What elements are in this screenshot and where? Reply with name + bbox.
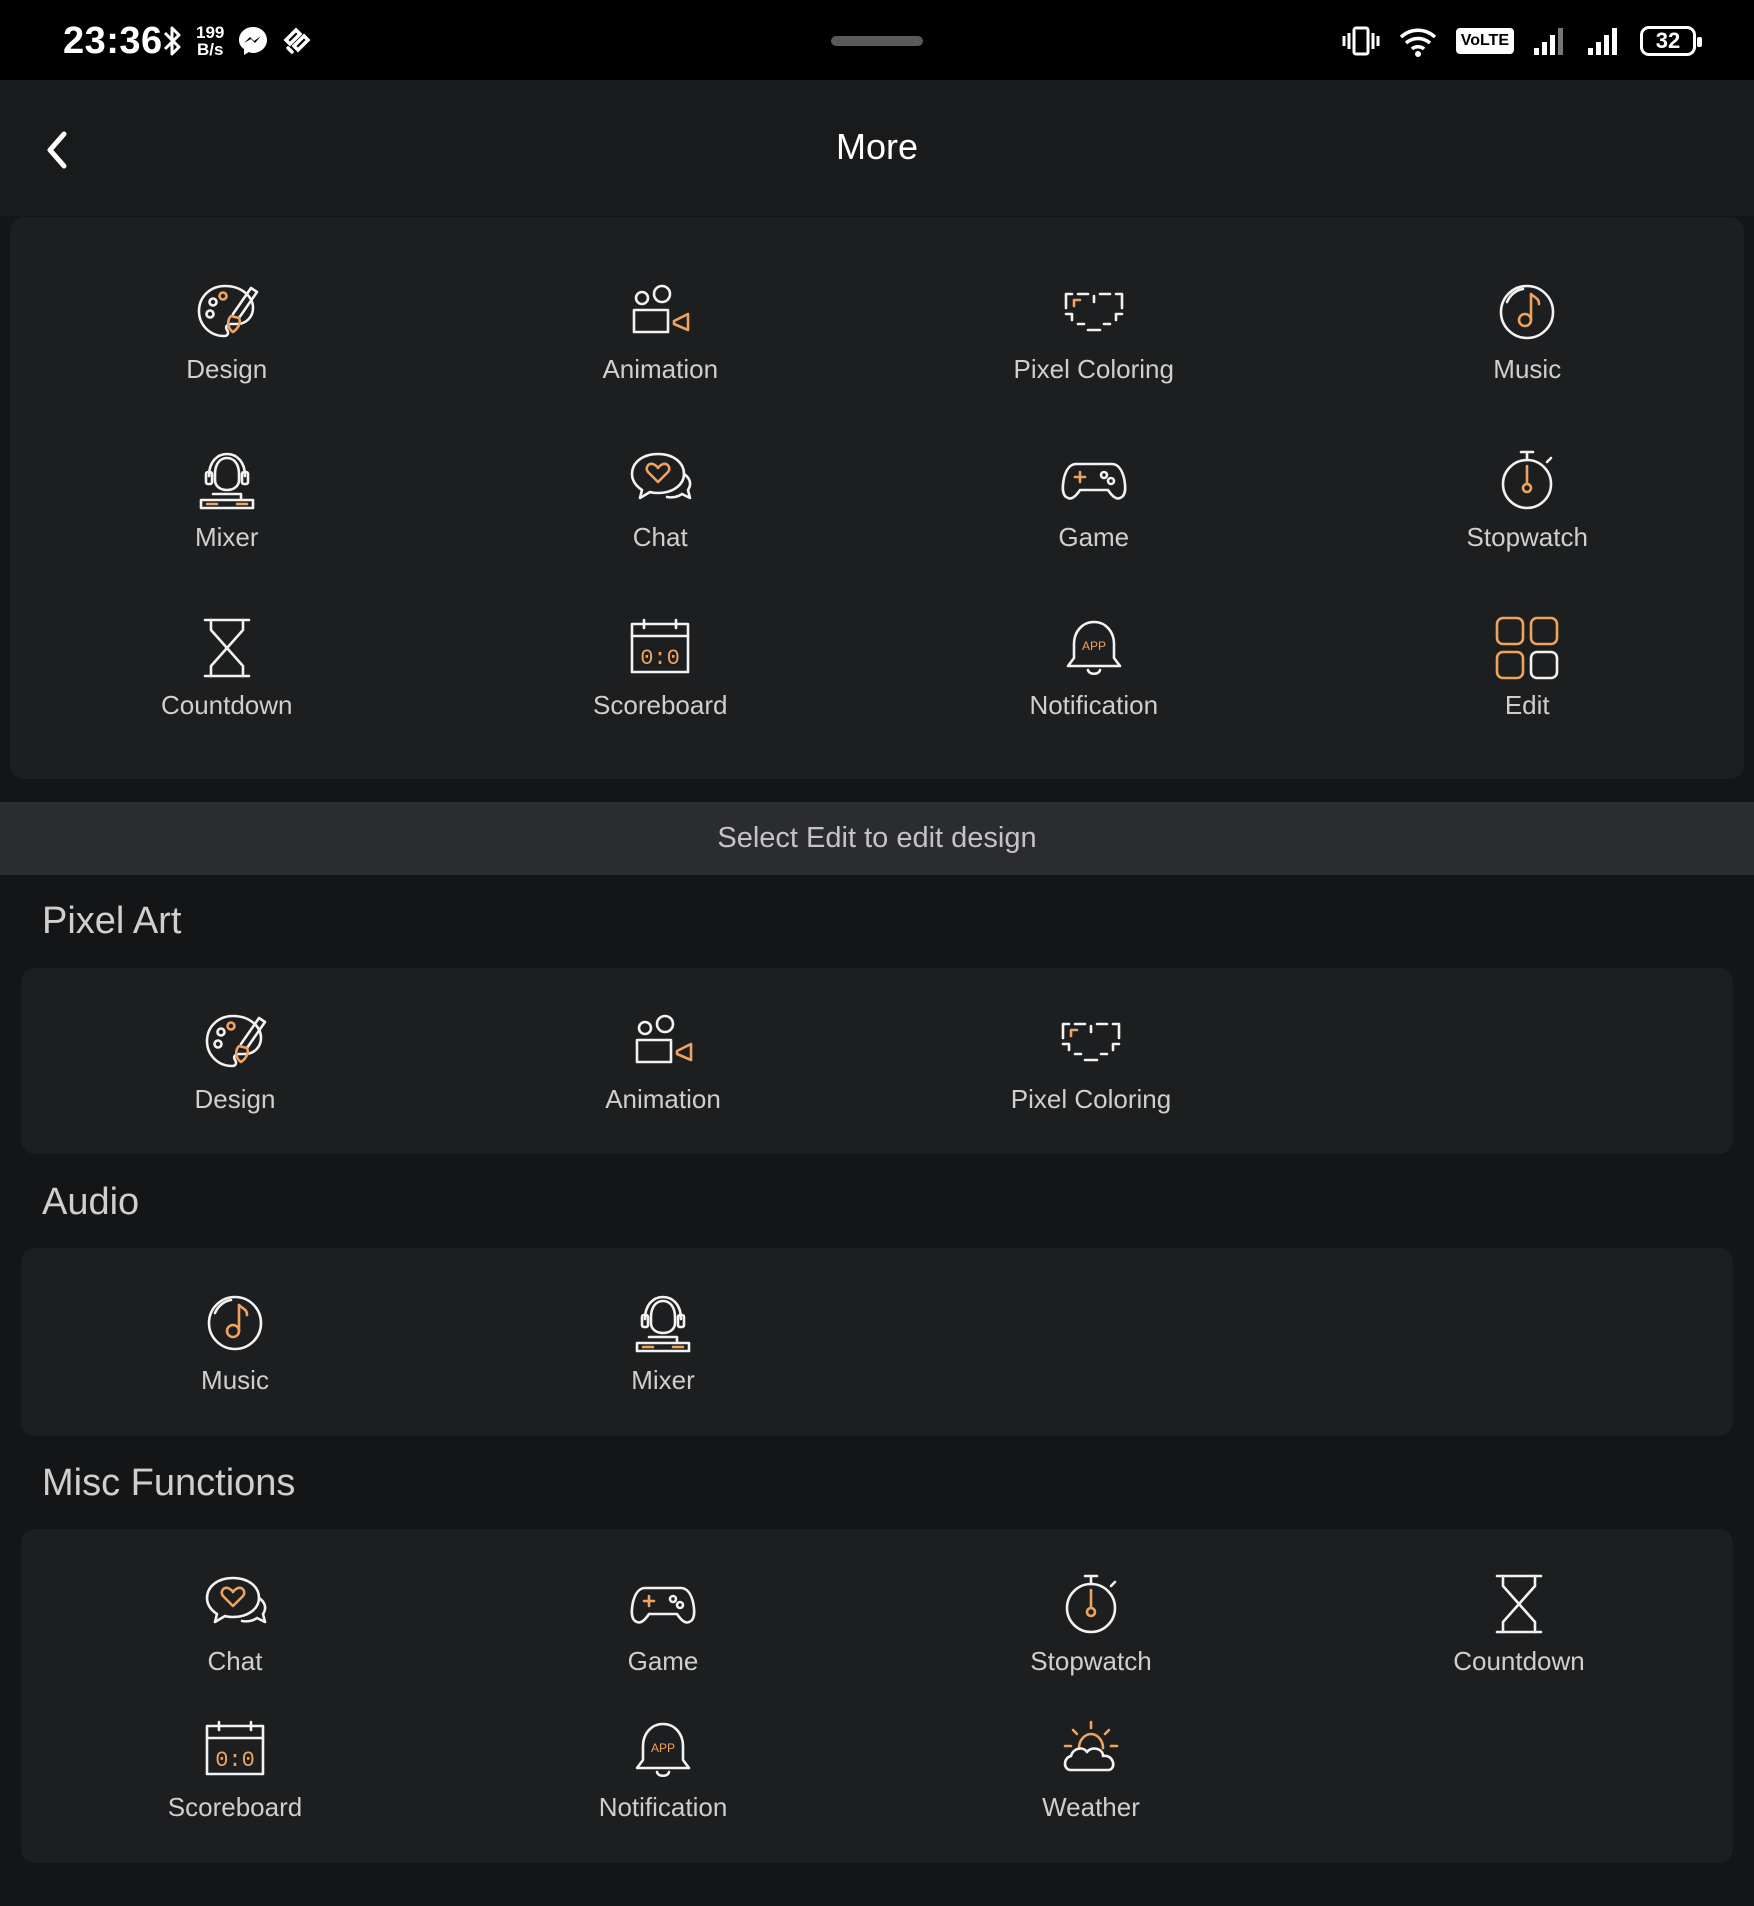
game-icon — [630, 1586, 696, 1624]
section-title-pixel-art: Pixel Art — [42, 900, 182, 942]
music-icon — [207, 1295, 263, 1351]
tile-label: Notification — [598, 1792, 728, 1822]
signal-icon — [1534, 28, 1563, 55]
tile-countdown[interactable]: Countdown — [1305, 1568, 1733, 1714]
game-icon — [1061, 462, 1127, 500]
tile-label: Chat — [632, 522, 688, 552]
edit-hint-bar: Select Edit to edit design — [0, 802, 1754, 875]
wifi-icon — [1399, 28, 1436, 57]
tile-label: Mixer — [631, 1365, 695, 1395]
palette-icon — [205, 1014, 267, 1068]
app-icon — [283, 27, 311, 54]
svg-text:0:0: 0:0 — [215, 1748, 255, 1773]
tile-mixer[interactable]: Mixer — [10, 444, 444, 612]
tile-label: Game — [627, 1646, 699, 1676]
tile-label: Countdown — [160, 690, 293, 720]
tile-label: Notification — [1029, 690, 1159, 720]
svg-text:APP: APP — [1082, 639, 1106, 653]
tile-notification[interactable]: APP Notification — [877, 612, 1311, 780]
tile-stopwatch[interactable]: Stopwatch — [1311, 444, 1745, 612]
stopwatch-icon — [1501, 450, 1553, 510]
tile-label: Weather — [1042, 1792, 1140, 1822]
tile-game[interactable]: Game — [449, 1568, 877, 1714]
audio-grid: Music Mixer — [21, 1287, 1733, 1433]
tile-music[interactable]: Music — [21, 1287, 449, 1433]
tile-pixel-coloring[interactable]: Pixel Coloring — [877, 276, 1311, 444]
tile-label: Pixel Coloring — [1010, 1084, 1172, 1114]
tile-label: Music — [1493, 354, 1562, 384]
tile-game[interactable]: Game — [877, 444, 1311, 612]
mixer-icon — [199, 452, 255, 510]
messenger-icon — [239, 27, 268, 55]
stopwatch-icon — [1065, 1574, 1117, 1634]
pixel-art-grid: Design Animation Pixel Coloring — [21, 1006, 1733, 1152]
vibrate-icon — [1342, 26, 1380, 56]
tile-label: Scoreboard — [593, 690, 728, 720]
tile-countdown[interactable]: Countdown — [10, 612, 444, 780]
tile-chat[interactable]: Chat — [21, 1568, 449, 1714]
tile-label: Chat — [207, 1646, 263, 1676]
tile-label: Pixel Coloring — [1013, 354, 1174, 384]
tile-label: Scoreboard — [167, 1792, 303, 1822]
tile-label: Animation — [605, 1084, 721, 1114]
palette-icon — [197, 284, 259, 338]
page-title: More — [835, 126, 919, 167]
tile-label: Countdown — [1453, 1646, 1585, 1676]
tile-label: Edit — [1504, 690, 1550, 720]
scoreboard-icon: 0:0 — [205, 1720, 265, 1776]
tile-chat[interactable]: Chat — [444, 444, 878, 612]
mixer-icon — [635, 1295, 691, 1353]
tile-design[interactable]: Design — [10, 276, 444, 444]
scoreboard-icon: 0:0 — [630, 618, 690, 674]
section-title-audio: Audio — [42, 1181, 140, 1223]
edit-icon — [1495, 616, 1559, 680]
tile-label: Mixer — [194, 522, 259, 552]
tile-label: Stopwatch — [1030, 1646, 1152, 1676]
tile-label: Design — [194, 1084, 276, 1114]
status-bar: 23:36 199 B/s VoLTE 32 — [0, 0, 1754, 80]
tile-design[interactable]: Design — [21, 1006, 449, 1152]
tile-label: Design — [186, 354, 268, 384]
notification-icon: APP — [1066, 620, 1122, 676]
weather-icon — [1063, 1720, 1119, 1772]
section-title-misc-functions: Misc Functions — [42, 1462, 296, 1504]
drag-handle[interactable] — [831, 36, 923, 46]
tile-animation[interactable]: Animation — [444, 276, 878, 444]
countdown-icon — [1495, 1574, 1543, 1634]
tile-music[interactable]: Music — [1311, 276, 1745, 444]
pixelheart-icon — [1064, 292, 1124, 332]
svg-text:0:0: 0:0 — [640, 646, 680, 671]
tile-pixel-coloring[interactable]: Pixel Coloring — [877, 1006, 1305, 1152]
tile-edit[interactable]: Edit — [1311, 612, 1745, 780]
status-time: 23:36 — [63, 20, 163, 62]
tile-label: Animation — [602, 354, 719, 384]
notification-icon: APP — [635, 1722, 691, 1778]
bluetooth-icon — [163, 26, 181, 56]
pixelheart-icon — [1061, 1022, 1121, 1062]
tile-notification[interactable]: APP Notification — [449, 1714, 877, 1860]
tile-stopwatch[interactable]: Stopwatch — [877, 1568, 1305, 1714]
battery-icon: 32 — [1640, 26, 1702, 56]
countdown-icon — [203, 618, 251, 678]
tile-scoreboard[interactable]: 0:0 Scoreboard — [21, 1714, 449, 1860]
misc-functions-grid: Chat Game Stopwatch Countdown 0:0 Scorebo… — [21, 1568, 1733, 1860]
top-app-bar: More — [0, 80, 1754, 216]
tile-scoreboard[interactable]: 0:0 Scoreboard — [444, 612, 878, 780]
network-speed: 199 B/s — [196, 23, 225, 59]
chat-icon — [205, 1576, 267, 1624]
tile-label: Stopwatch — [1466, 522, 1588, 552]
signal-icon — [1588, 28, 1617, 55]
volte-badge: VoLTE — [1455, 28, 1514, 54]
animation-icon — [632, 284, 690, 334]
tile-label: Game — [1058, 522, 1130, 552]
tile-weather[interactable]: Weather — [877, 1714, 1305, 1860]
chat-icon — [630, 452, 692, 500]
tile-animation[interactable]: Animation — [449, 1006, 877, 1152]
tile-mixer[interactable]: Mixer — [449, 1287, 877, 1433]
music-icon — [1499, 284, 1555, 340]
tile-label: Music — [201, 1365, 269, 1395]
favorites-grid: Design Animation Pixel Coloring Music Mi… — [10, 276, 1744, 780]
animation-icon — [635, 1014, 693, 1064]
svg-text:APP: APP — [651, 1741, 675, 1755]
